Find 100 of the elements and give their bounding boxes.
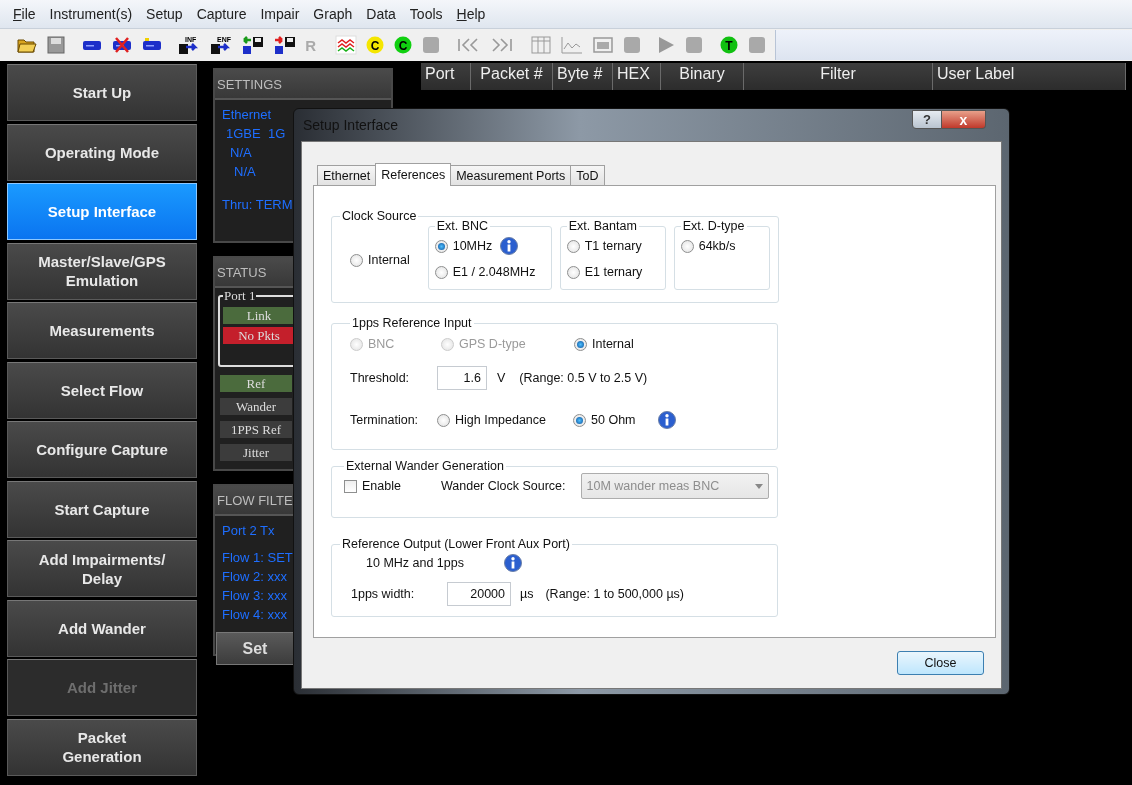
- tab[interactable]: ToD: [570, 165, 605, 185]
- unit-label: µs: [520, 587, 534, 601]
- status-indicator: Ref: [220, 375, 292, 392]
- status-indicator: No Pkts: [223, 327, 295, 344]
- circle-letter-icon[interactable]: C: [392, 35, 413, 55]
- tab[interactable]: References: [375, 163, 452, 186]
- group-label: Ext. D-type: [681, 219, 746, 233]
- group-label: Ext. Bantam: [567, 219, 638, 233]
- import-save-icon[interactable]: [241, 35, 266, 55]
- window-icon[interactable]: [591, 35, 614, 55]
- nav-button[interactable]: Start Up: [7, 64, 197, 121]
- panel-title: FLOW FILTE: [217, 492, 293, 508]
- radio-button[interactable]: E1 / 2.048MHz: [434, 265, 536, 279]
- status-indicator: Jitter: [220, 444, 292, 461]
- stop-icon[interactable]: [684, 35, 705, 55]
- settings-text: Thru: TERM: [222, 196, 293, 214]
- info-icon[interactable]: [500, 237, 519, 255]
- settings-text: N/A: [229, 144, 252, 162]
- close-dialog-button[interactable]: Close: [897, 651, 984, 675]
- menu-item[interactable]: Help: [449, 6, 493, 22]
- table-icon[interactable]: [529, 35, 552, 55]
- field-label: 1pps width:: [350, 587, 416, 601]
- nav-button[interactable]: Select Flow: [7, 361, 197, 419]
- panel-title: STATUS: [217, 264, 267, 280]
- stop-icon[interactable]: [747, 35, 767, 55]
- tab[interactable]: Ethernet: [317, 165, 377, 185]
- stop-icon[interactable]: [420, 35, 441, 55]
- menu-item[interactable]: Instrument(s): [42, 6, 140, 22]
- stop-icon[interactable]: [621, 35, 642, 55]
- settings-text: 1GBE 1G: [225, 125, 286, 143]
- nav-button[interactable]: Add Impairments/ Delay: [7, 540, 197, 597]
- chart-icon[interactable]: [559, 35, 584, 55]
- nav-button[interactable]: Setup Interface: [7, 183, 197, 240]
- field-label: Wander Clock Source:: [440, 479, 566, 493]
- radio-button[interactable]: E1 ternary: [566, 265, 643, 279]
- caret-icon: [754, 483, 763, 489]
- radio-button[interactable]: 50 Ohm: [573, 413, 636, 427]
- radio-button[interactable]: T1 ternary: [566, 239, 642, 253]
- unit-label: V: [497, 371, 506, 385]
- nav-button[interactable]: Operating Mode: [7, 123, 197, 181]
- status-indicator: 1PPS Ref: [220, 421, 292, 438]
- range-text: (Range: 1 to 500,000 µs): [545, 587, 684, 601]
- circle-letter-icon[interactable]: T: [719, 35, 739, 55]
- output-text: 10 MHz and 1pps: [366, 556, 464, 570]
- group-label: External Wander Generation: [345, 459, 505, 473]
- menu-item[interactable]: Data: [359, 6, 403, 22]
- checkbox[interactable]: Enable: [344, 479, 401, 493]
- group-label: 1pps Reference Input: [351, 316, 473, 330]
- menu-item[interactable]: Setup: [139, 6, 190, 22]
- range-text: (Range: 0.5 V to 2.5 V): [519, 371, 648, 385]
- set-button[interactable]: Set: [216, 632, 294, 665]
- radio-button[interactable]: 64kb/s: [680, 239, 736, 253]
- settings-text: Ethernet: [222, 106, 272, 124]
- nav-button[interactable]: Configure Capture: [7, 421, 197, 478]
- column-header[interactable]: Port: [421, 63, 471, 90]
- status-indicator: Link: [223, 307, 295, 324]
- tab[interactable]: Measurement Ports: [450, 165, 572, 185]
- panel-title: SETTINGS: [217, 76, 282, 92]
- status-indicator: Wander: [220, 398, 292, 415]
- save-icon[interactable]: [46, 35, 66, 55]
- flow-text: Flow 4: xxx: [222, 606, 287, 624]
- radio-button[interactable]: 10MHz: [434, 239, 493, 253]
- flow-text: Flow 2: xxx: [222, 568, 287, 586]
- window-close-button[interactable]: x: [942, 110, 986, 129]
- circle-letter-icon[interactable]: C: [364, 35, 385, 55]
- field-label: Threshold:: [350, 371, 411, 385]
- column-header[interactable]: Binary: [661, 63, 744, 90]
- flow-text: Flow 1: SET: [222, 549, 293, 567]
- menu-item[interactable]: Impair: [253, 6, 307, 22]
- card-crossed-icon[interactable]: [110, 35, 133, 55]
- info-icon[interactable]: [504, 554, 522, 572]
- radio-button[interactable]: High Impedance: [437, 413, 547, 427]
- column-header[interactable]: Packet #: [471, 63, 553, 90]
- radio-button[interactable]: Internal: [574, 337, 634, 351]
- menu-item[interactable]: Tools: [402, 6, 450, 22]
- nav-button[interactable]: Add Wander: [7, 599, 197, 657]
- export-save-icon[interactable]: [273, 35, 298, 55]
- nav-button[interactable]: Measurements: [7, 302, 197, 359]
- column-header[interactable]: Filter: [744, 63, 933, 90]
- threshold-field[interactable]: 1.6: [437, 366, 487, 390]
- width-field[interactable]: 20000: [447, 582, 511, 606]
- menu-item[interactable]: File: [6, 6, 43, 22]
- flow-text: Flow 3: xxx: [222, 587, 287, 605]
- waves-icon[interactable]: [334, 35, 357, 55]
- nav-button[interactable]: Master/Slave/GPS Emulation: [7, 242, 197, 300]
- radio-button[interactable]: Internal: [350, 253, 410, 267]
- nav-button[interactable]: Start Capture: [7, 480, 197, 538]
- group-label: Clock Source: [341, 209, 418, 223]
- column-header[interactable]: Byte #: [553, 63, 613, 90]
- column-header[interactable]: HEX: [613, 63, 661, 90]
- menu-item[interactable]: Capture: [189, 6, 254, 22]
- menu-item[interactable]: Graph: [306, 6, 360, 22]
- field-label: Termination:: [350, 413, 420, 427]
- nav-button[interactable]: Packet Generation: [7, 718, 197, 776]
- info-icon[interactable]: [657, 411, 676, 429]
- help-button[interactable]: ?: [912, 110, 942, 129]
- settings-text: N/A: [233, 163, 256, 181]
- flow-port-text: Port 2 Tx: [222, 522, 275, 540]
- group-label: Reference Output (Lower Front Aux Port): [341, 537, 571, 551]
- column-header[interactable]: User Label: [933, 63, 1126, 90]
